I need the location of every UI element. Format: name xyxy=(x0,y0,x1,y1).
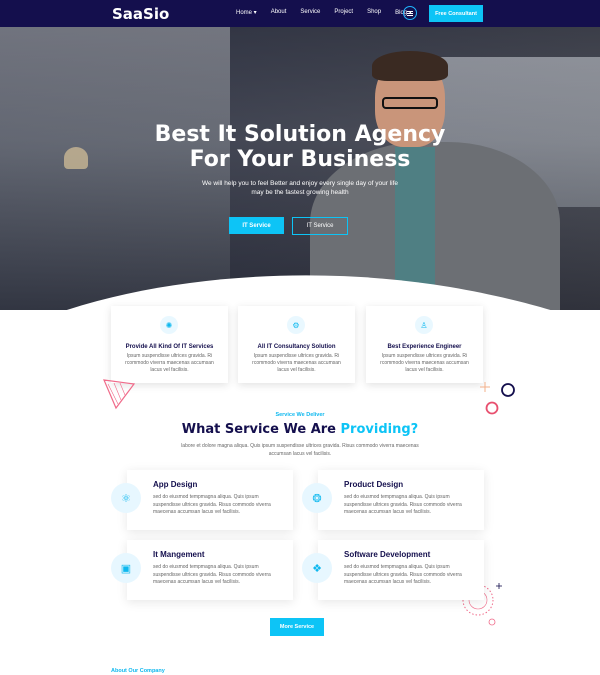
feature-card-consultancy[interactable]: ⚙ All IT Consultancy Solution Ipsum susp… xyxy=(238,306,355,383)
feature-card-engineer[interactable]: ♙ Best Experience Engineer Ipsum suspend… xyxy=(366,306,483,383)
app-design-icon: ⚛ xyxy=(111,483,141,513)
management-icon: ▣ xyxy=(111,553,141,583)
nav-item-project[interactable]: Project xyxy=(334,9,353,16)
hero-subtitle: We will help you to feel Better and enjo… xyxy=(201,180,399,196)
product-design-icon: ❂ xyxy=(302,483,332,513)
brand-logo[interactable]: SaaSio xyxy=(112,5,169,23)
service-card-software-development[interactable]: ❖ Software Development sed do eiusmod te… xyxy=(302,540,484,600)
more-service-button[interactable]: More Service xyxy=(270,618,324,636)
nav-item-shop[interactable]: Shop xyxy=(367,9,381,16)
it-service-button[interactable]: IT Service xyxy=(229,217,284,234)
nav-item-home[interactable]: Home ▾ xyxy=(236,9,257,16)
atom-icon: ✺ xyxy=(160,316,178,334)
hero-section: Best It Solution Agency For Your Busines… xyxy=(0,27,600,310)
circles-decoration xyxy=(480,382,515,415)
services-description: labore et dolore magna aliqua. Quis ipsu… xyxy=(181,443,419,457)
hamburger-icon xyxy=(407,12,413,14)
service-card-it-management[interactable]: ▣ It Mangement sed do eiusmod tempmagna … xyxy=(111,540,293,600)
services-kicker: Service We Deliver xyxy=(275,412,325,418)
hero-title: Best It Solution Agency For Your Busines… xyxy=(154,122,446,172)
software-icon: ❖ xyxy=(302,553,332,583)
nav-item-service[interactable]: Service xyxy=(300,9,320,16)
gear-icon: ⚙ xyxy=(287,316,305,334)
main-menu: Home ▾ About Service Project Shop Blog ▾ xyxy=(236,9,412,16)
services-title: What Service We Are Providing? xyxy=(181,422,419,437)
hamburger-menu-button[interactable] xyxy=(403,6,417,20)
service-card-app-design[interactable]: ⚛ App Design sed do eiusmod tempmagna al… xyxy=(111,470,293,530)
it-service-outline-button[interactable]: IT Service xyxy=(292,217,348,235)
free-consultant-button[interactable]: Free Consultant xyxy=(429,5,483,22)
about-kicker: About Our Company xyxy=(111,668,165,674)
hero-wave-divider xyxy=(66,275,551,310)
engineer-icon: ♙ xyxy=(415,316,433,334)
feature-card-it-services[interactable]: ✺ Provide All Kind Of IT Services Ipsum … xyxy=(111,306,228,383)
nav-item-about[interactable]: About xyxy=(271,9,287,16)
top-navbar: SaaSio Home ▾ About Service Project Shop… xyxy=(0,0,600,27)
service-card-product-design[interactable]: ❂ Product Design sed do eiusmod tempmagn… xyxy=(302,470,484,530)
triangle-decoration xyxy=(103,379,136,410)
